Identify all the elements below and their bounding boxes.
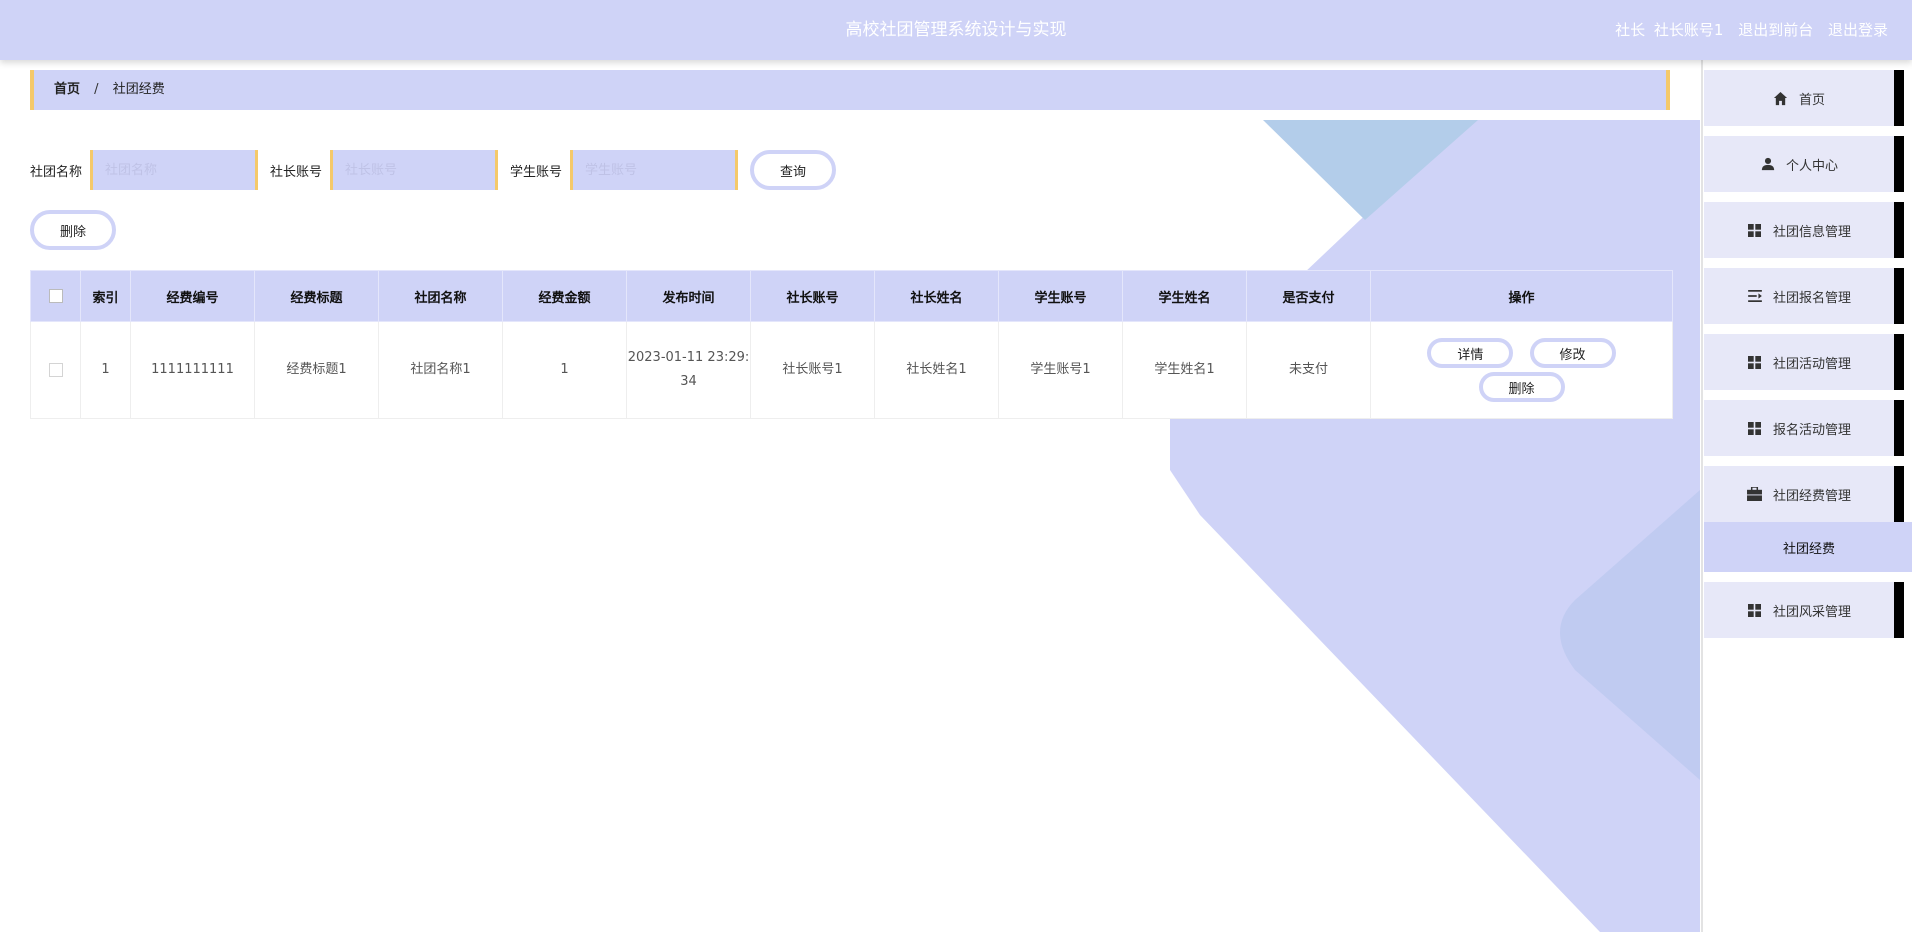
- grid-icon: [1747, 420, 1763, 436]
- background-decoration: [1170, 120, 1700, 932]
- table-header: 经费编号: [130, 270, 255, 322]
- student-account-label: 学生账号: [510, 164, 563, 180]
- student-account-input[interactable]: [570, 150, 739, 190]
- cell-club-name: 社团名称1: [378, 321, 503, 419]
- breadcrumb-home[interactable]: 首页: [54, 82, 80, 97]
- row-checkbox[interactable]: [48, 362, 63, 377]
- table-header: 索引: [80, 270, 131, 322]
- sidebar-subitem-club-fund[interactable]: 社团经费: [1704, 522, 1912, 572]
- table-header: 发布时间: [626, 270, 751, 322]
- table-header: 社长账号: [750, 270, 875, 322]
- club-name-input[interactable]: [90, 150, 259, 190]
- sidebar-item-label: 社团活动管理: [1772, 356, 1851, 372]
- row-delete-button[interactable]: 删除: [1478, 372, 1565, 402]
- cell-paid-status: 未支付: [1246, 321, 1371, 419]
- cell-operations: 详情 修改 删除: [1370, 321, 1673, 419]
- query-button[interactable]: 查询: [750, 150, 837, 190]
- sidebar: 首页 个人中心 社团信息管理 社团报名管理 社团活动管理 报名活动管理 社团经费…: [1701, 60, 1912, 932]
- user-name: 社长账号1: [1653, 21, 1724, 39]
- sidebar-item-club-style[interactable]: 社团风采管理: [1704, 582, 1904, 638]
- leader-account-input[interactable]: [330, 150, 499, 190]
- table-header: 学生账号: [998, 270, 1123, 322]
- select-all-cell[interactable]: [30, 270, 81, 322]
- club-name-label: 社团名称: [30, 164, 83, 180]
- select-all-checkbox[interactable]: [48, 289, 63, 303]
- cell-leader-account: 社长账号1: [750, 321, 875, 419]
- logout-link[interactable]: 退出登录: [1828, 21, 1888, 39]
- sidebar-item-label: 个人中心: [1785, 158, 1838, 174]
- sidebar-item-personal-center[interactable]: 个人中心: [1704, 136, 1904, 192]
- sidebar-item-label: 社团报名管理: [1772, 290, 1851, 306]
- sidebar-item-home[interactable]: 首页: [1704, 70, 1904, 126]
- breadcrumb: 首页 / 社团经费: [30, 70, 1670, 110]
- table-header: 经费金额: [502, 270, 627, 322]
- sidebar-item-label: 首页: [1798, 92, 1825, 108]
- cell-student-account: 学生账号1: [998, 321, 1123, 419]
- cell-amount: 1: [502, 321, 627, 419]
- sidebar-item-label: 社团风采管理: [1772, 604, 1851, 620]
- table-header: 学生姓名: [1122, 270, 1247, 322]
- cell-publish-time: 2023-01-11 23:29:34: [626, 321, 751, 419]
- sidebar-item-label: 社团信息管理: [1772, 224, 1851, 240]
- edit-button[interactable]: 修改: [1529, 338, 1616, 368]
- table-header: 是否支付: [1246, 270, 1371, 322]
- sidebar-item-club-registration[interactable]: 社团报名管理: [1704, 268, 1904, 324]
- sidebar-item-club-info[interactable]: 社团信息管理: [1704, 202, 1904, 258]
- search-form: 社团名称 社长账号 学生账号 查询: [30, 150, 837, 190]
- table-header: 操作: [1370, 270, 1673, 322]
- user-role: 社长: [1615, 21, 1646, 39]
- grid-icon: [1747, 222, 1763, 238]
- table-header: 社团名称: [378, 270, 503, 322]
- user-area: 社长 社长账号1 退出到前台 退出登录: [1605, 0, 1888, 60]
- sidebar-item-label: 报名活动管理: [1772, 422, 1851, 438]
- detail-button[interactable]: 详情: [1427, 338, 1514, 368]
- cell-student-name: 学生姓名1: [1122, 321, 1247, 419]
- table-header-row: 索引 经费编号 经费标题 社团名称 经费金额 发布时间 社长账号 社长姓名 学生…: [30, 270, 1673, 322]
- cell-fund-title: 经费标题1: [254, 321, 379, 419]
- breadcrumb-current: 社团经费: [112, 82, 165, 97]
- sidebar-item-club-fund-management[interactable]: 社团经费管理: [1704, 466, 1904, 522]
- cell-fund-no: 1111111111: [130, 321, 255, 419]
- sidebar-item-activity-registration[interactable]: 报名活动管理: [1704, 400, 1904, 456]
- briefcase-icon: [1747, 486, 1763, 502]
- sidebar-item-label: 社团经费管理: [1772, 488, 1851, 504]
- fund-table: 索引 经费编号 经费标题 社团名称 经费金额 发布时间 社长账号 社长姓名 学生…: [30, 270, 1673, 419]
- leader-account-label: 社长账号: [270, 164, 323, 180]
- sidebar-subitem-label: 社团经费: [1782, 541, 1835, 557]
- user-icon: [1760, 156, 1776, 172]
- sidebar-item-club-activity[interactable]: 社团活动管理: [1704, 334, 1904, 390]
- table-header: 社长姓名: [874, 270, 999, 322]
- table-row: 1 1111111111 经费标题1 社团名称1 1 2023-01-11 23…: [30, 321, 1673, 419]
- grid-icon: [1747, 354, 1763, 370]
- table-header: 经费标题: [254, 270, 379, 322]
- row-select-cell[interactable]: [30, 321, 81, 419]
- cell-leader-name: 社长姓名1: [874, 321, 999, 419]
- bulk-delete-button[interactable]: 删除: [30, 210, 116, 250]
- list-icon: [1747, 288, 1763, 304]
- exit-to-front-link[interactable]: 退出到前台: [1738, 21, 1813, 39]
- grid-icon: [1747, 602, 1763, 618]
- cell-index: 1: [80, 321, 131, 419]
- breadcrumb-separator: /: [94, 82, 99, 97]
- home-icon: [1773, 90, 1789, 106]
- top-header: 高校社团管理系统设计与实现 社长 社长账号1 退出到前台 退出登录: [0, 0, 1912, 60]
